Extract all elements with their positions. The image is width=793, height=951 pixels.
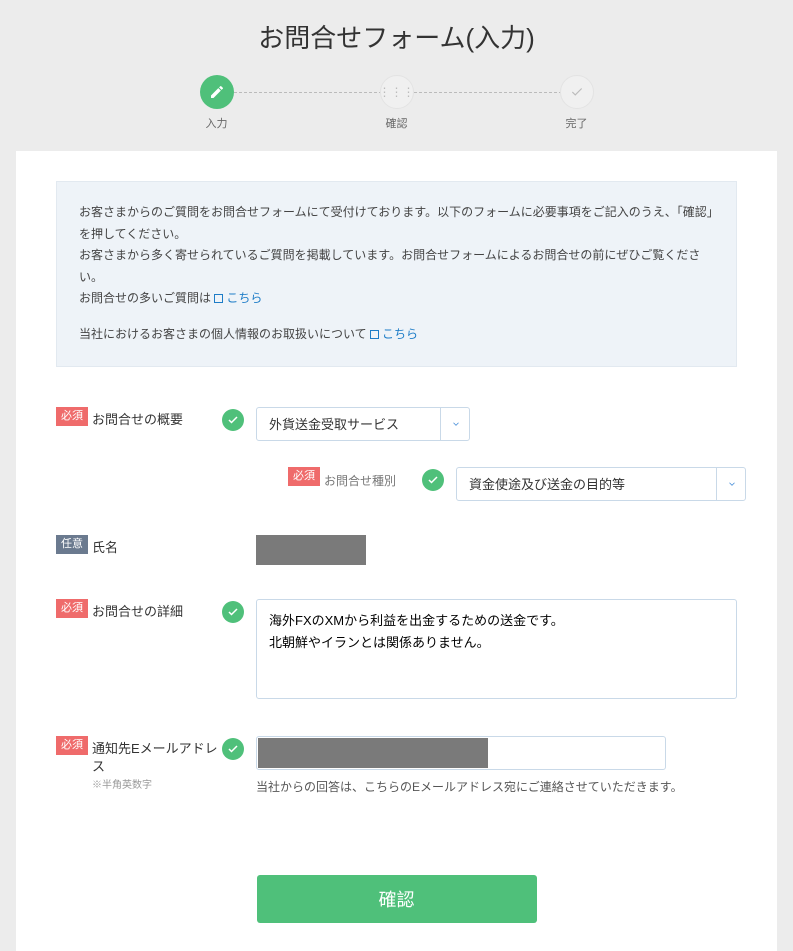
email-field-redacted (258, 738, 488, 768)
detail-textarea[interactable] (256, 599, 737, 699)
overview-select[interactable]: 外貨送金受取サービス (256, 407, 470, 441)
check-icon (222, 601, 244, 623)
chevron-down-icon (716, 467, 746, 501)
label-overview: お問合せの概要 (92, 407, 222, 429)
category-select[interactable]: 資金使途及び送金の目的等 (456, 467, 746, 501)
optional-badge: 任意 (56, 535, 88, 554)
external-link-icon (214, 294, 223, 303)
label-name: 氏名 (92, 535, 222, 557)
pencil-icon (200, 75, 234, 109)
label-email: 通知先Eメールアドレス (92, 740, 222, 776)
faq-prefix: お問合せの多いご質問は (79, 291, 211, 305)
email-note: 当社からの回答は、こちらのEメールアドレス宛にご連絡させていただきます。 (256, 778, 737, 795)
progress-stepper: 入力 ⋮⋮⋮ 確認 完了 (0, 67, 793, 151)
category-select-value: 資金使途及び送金の目的等 (469, 474, 625, 493)
page-title: お問合せフォーム(入力) (0, 0, 793, 67)
label-detail: お問合せの詳細 (92, 599, 222, 621)
check-icon (422, 469, 444, 491)
notice-line2: お客さまから多く寄せられているご質問を掲載しています。お問合せフォームによるお問… (79, 245, 714, 288)
label-category: お問合せ種別 (324, 467, 422, 490)
external-link-icon (370, 330, 379, 339)
required-badge: 必須 (56, 736, 88, 755)
grid-icon: ⋮⋮⋮ (380, 75, 414, 109)
required-badge: 必須 (56, 599, 88, 618)
required-badge: 必須 (288, 467, 320, 486)
overview-select-value: 外貨送金受取サービス (269, 414, 399, 433)
required-badge: 必須 (56, 407, 88, 426)
faq-link[interactable]: こちら (214, 291, 262, 305)
privacy-prefix: 当社におけるお客さまの個人情報のお取扱いについて (79, 327, 367, 341)
chevron-down-icon (440, 407, 470, 441)
step-label-done: 完了 (487, 115, 667, 131)
check-icon (560, 75, 594, 109)
notice-box: お客さまからのご質問をお問合せフォームにて受付けております。以下のフォームに必要… (56, 181, 737, 367)
step-label-input: 入力 (127, 115, 307, 131)
step-label-confirm: 確認 (307, 115, 487, 131)
confirm-button[interactable]: 確認 (257, 875, 537, 923)
check-icon (222, 409, 244, 431)
check-icon (222, 738, 244, 760)
privacy-link[interactable]: こちら (370, 327, 418, 341)
notice-line1: お客さまからのご質問をお問合せフォームにて受付けております。以下のフォームに必要… (79, 202, 714, 245)
label-email-sub: ※半角英数字 (92, 779, 222, 793)
name-field-redacted[interactable] (256, 535, 366, 565)
